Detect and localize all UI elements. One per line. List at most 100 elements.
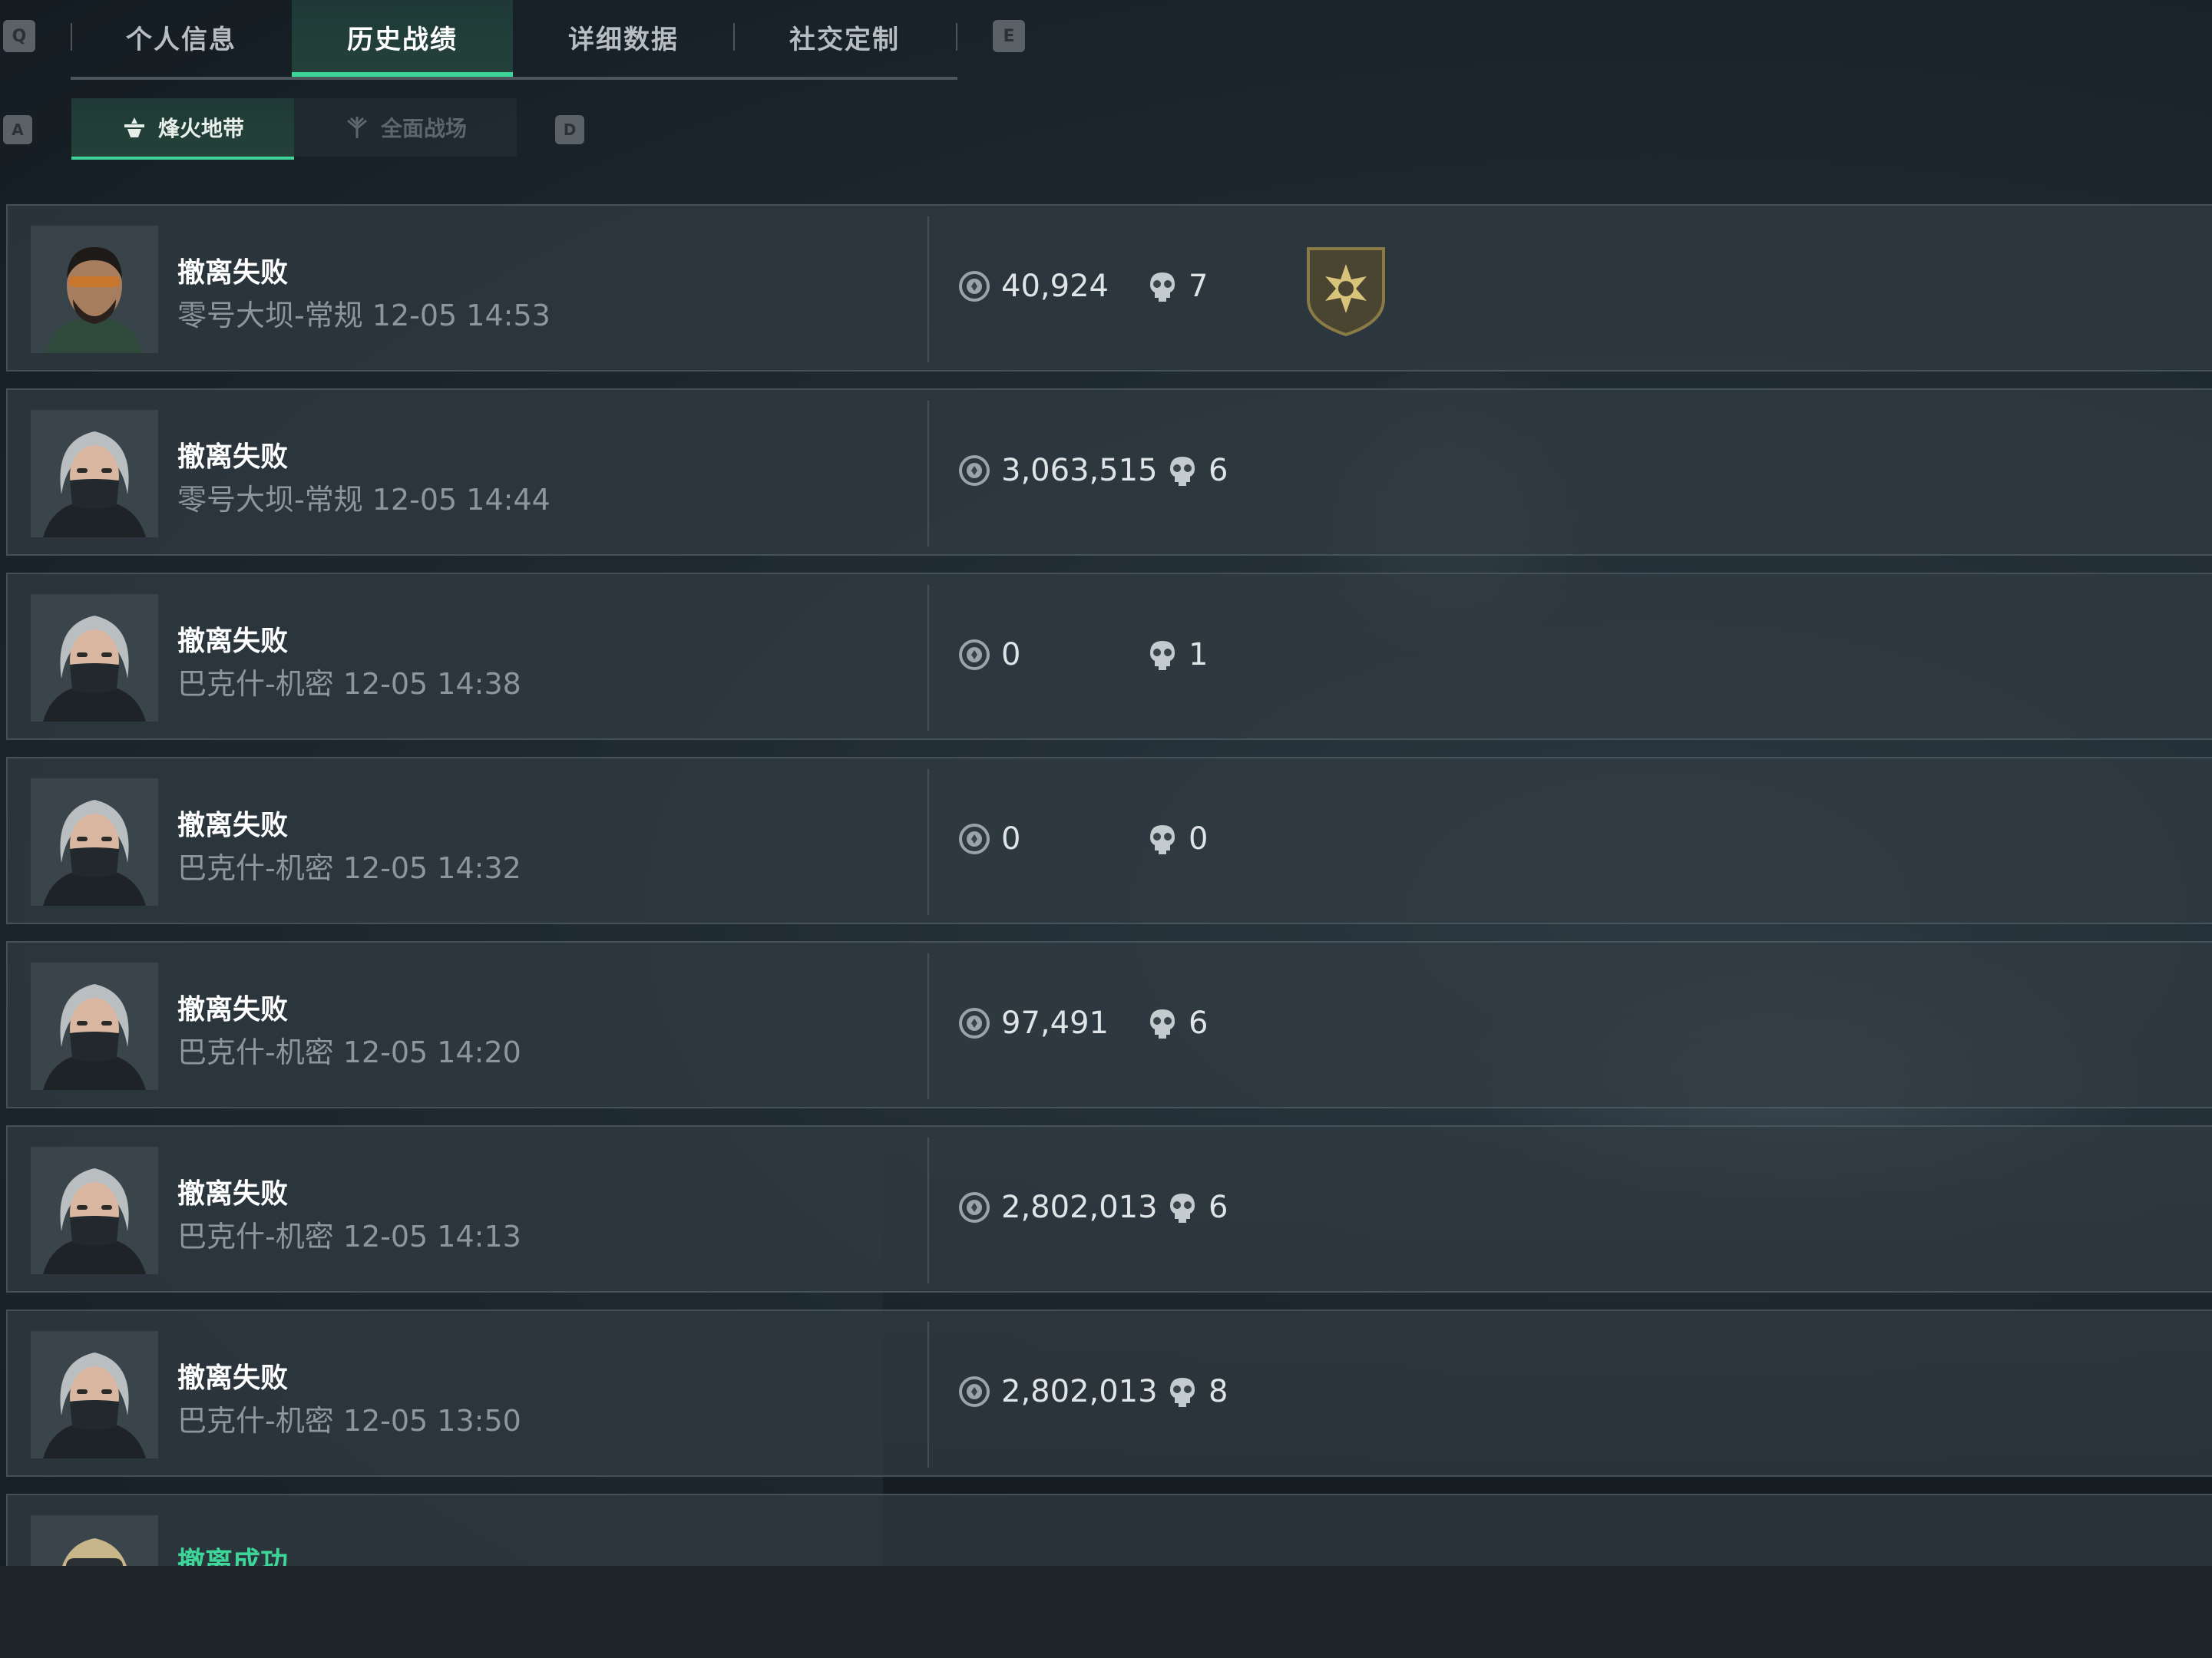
match-row[interactable]: 撤离失败 零号大坝-常规 12-05 14:53 40,924 7 — [6, 204, 2212, 372]
extraction-status: 撤离失败 — [177, 626, 289, 657]
operator-masked-portrait — [31, 778, 158, 906]
extraction-status: 撤离失败 — [177, 810, 289, 841]
extraction-status: 撤离失败 — [177, 1178, 289, 1210]
kills-stat: 8 — [1167, 1374, 1228, 1409]
row-divider — [927, 1138, 929, 1283]
operator-avatar — [31, 1147, 158, 1274]
operator-masked-portrait — [31, 963, 158, 1090]
operator-avatar — [31, 594, 158, 722]
skull-icon — [1150, 1009, 1175, 1039]
match-row[interactable]: 撤离成功 — [6, 1494, 2212, 1566]
operator-masked-portrait — [31, 1147, 158, 1274]
row-divider — [927, 401, 929, 547]
kill-count: 6 — [1208, 453, 1228, 488]
operator-avatar — [31, 963, 158, 1090]
row-divider — [927, 585, 929, 731]
coin-icon — [959, 271, 990, 302]
loot-value: 3,063,515 — [1001, 453, 1158, 488]
kills-stat: 6 — [1167, 1190, 1228, 1225]
tab-divider — [956, 23, 957, 51]
row-divider — [927, 953, 929, 1099]
kill-count: 8 — [1208, 1374, 1228, 1409]
loot-value: 2,802,013 — [1001, 1374, 1158, 1409]
map-and-time: 零号大坝-常规 12-05 14:44 — [177, 483, 551, 517]
kills-stat: 0 — [1147, 821, 1208, 857]
kills-stat: 6 — [1147, 1006, 1208, 1041]
mode-tab-bar: 烽火地带 全面战场 — [71, 98, 517, 160]
loot-value-stat: 40,924 — [958, 269, 1109, 304]
row-divider — [927, 216, 929, 362]
match-row[interactable]: 撤离失败 巴克什-机密 12-05 14:38 0 1 — [6, 573, 2212, 740]
loot-value-stat: 3,063,515 — [958, 453, 1158, 488]
kill-count: 7 — [1189, 269, 1208, 304]
tab-match-history[interactable]: 历史战绩 — [292, 0, 513, 77]
operator-goggles-portrait — [31, 1515, 158, 1566]
loot-value-stat: 2,802,013 — [958, 1374, 1158, 1409]
tab-social-customize[interactable]: 社交定制 — [734, 0, 955, 74]
skull-icon — [1170, 1194, 1195, 1223]
match-row[interactable]: 撤离失败 巴克什-机密 12-05 14:13 2,802,013 6 — [6, 1125, 2212, 1293]
match-history-list: 撤离失败 零号大坝-常规 12-05 14:53 40,924 7 撤离失败 零… — [6, 204, 2212, 1566]
map-and-time: 巴克什-机密 12-05 14:20 — [177, 1035, 521, 1069]
skull-icon — [1170, 1378, 1195, 1407]
operator-bearded-portrait — [31, 226, 158, 353]
operator-masked-portrait — [31, 410, 158, 537]
mode-extraction-icon — [124, 117, 144, 137]
coin-icon — [959, 1192, 990, 1223]
kills-stat: 6 — [1167, 453, 1228, 488]
match-row[interactable]: 撤离失败 巴克什-机密 12-05 14:32 0 0 — [6, 757, 2212, 924]
loot-value: 0 — [1001, 637, 1021, 672]
bottom-bar — [0, 1566, 2212, 1658]
tab-divider — [71, 23, 72, 51]
operator-avatar — [31, 226, 158, 353]
skull-icon — [1150, 825, 1175, 854]
match-row[interactable]: 撤离失败 巴克什-机密 12-05 14:20 97,491 6 — [6, 941, 2212, 1108]
tab-mode-battlefield[interactable]: 全面战场 — [294, 98, 517, 157]
map-and-time: 巴克什-机密 12-05 14:32 — [177, 851, 521, 885]
kill-count: 6 — [1189, 1006, 1208, 1041]
skull-icon — [1150, 641, 1175, 670]
skull-icon — [1150, 272, 1175, 302]
operator-avatar — [31, 778, 158, 906]
row-divider — [927, 769, 929, 915]
coin-icon — [959, 455, 990, 486]
coin-icon — [959, 639, 990, 670]
skull-icon — [1170, 457, 1195, 486]
next-tab-key-hint[interactable]: E — [993, 20, 1025, 52]
kill-count: 1 — [1189, 637, 1208, 672]
kill-count: 6 — [1208, 1190, 1228, 1225]
map-and-time: 巴克什-机密 12-05 13:50 — [177, 1404, 521, 1438]
coin-icon — [959, 1008, 990, 1039]
map-and-time: 巴克什-机密 12-05 14:38 — [177, 667, 521, 701]
achievement-badge-icon — [1307, 247, 1385, 336]
prev-tab-key-hint[interactable]: Q — [3, 20, 35, 52]
prev-mode-key-hint[interactable]: A — [3, 115, 32, 144]
operator-masked-portrait — [31, 1331, 158, 1458]
extraction-status: 撤离失败 — [177, 257, 289, 289]
loot-value-stat: 0 — [958, 637, 1020, 672]
next-mode-key-hint[interactable]: D — [555, 115, 584, 144]
kills-stat: 7 — [1147, 269, 1208, 304]
mode-battlefield-label: 全面战场 — [380, 116, 467, 141]
kills-stat: 1 — [1147, 637, 1208, 672]
mode-battlefield-icon — [347, 117, 367, 138]
kill-count: 0 — [1189, 821, 1208, 857]
loot-value: 97,491 — [1001, 1006, 1109, 1041]
tab-detailed-data[interactable]: 详细数据 — [513, 0, 734, 74]
tab-divider — [733, 23, 735, 51]
match-row[interactable]: 撤离失败 巴克什-机密 12-05 13:50 2,802,013 8 — [6, 1310, 2212, 1477]
tab-personal-info[interactable]: 个人信息 — [71, 0, 292, 74]
coin-icon — [959, 1376, 990, 1407]
map-and-time: 零号大坝-常规 12-05 14:53 — [177, 299, 551, 332]
map-and-time: 巴克什-机密 12-05 14:13 — [177, 1220, 521, 1253]
extraction-status: 撤离失败 — [177, 994, 289, 1026]
loot-value-stat: 97,491 — [958, 1006, 1109, 1041]
match-row[interactable]: 撤离失败 零号大坝-常规 12-05 14:44 3,063,515 6 — [6, 388, 2212, 556]
mode-extraction-label: 烽火地带 — [157, 116, 244, 141]
loot-value: 40,924 — [1001, 269, 1109, 304]
loot-value-stat: 0 — [958, 821, 1020, 857]
tab-mode-extraction[interactable]: 烽火地带 — [71, 98, 294, 160]
extraction-status: 撤离失败 — [177, 441, 289, 473]
coin-icon — [959, 824, 990, 854]
operator-avatar — [31, 1331, 158, 1458]
